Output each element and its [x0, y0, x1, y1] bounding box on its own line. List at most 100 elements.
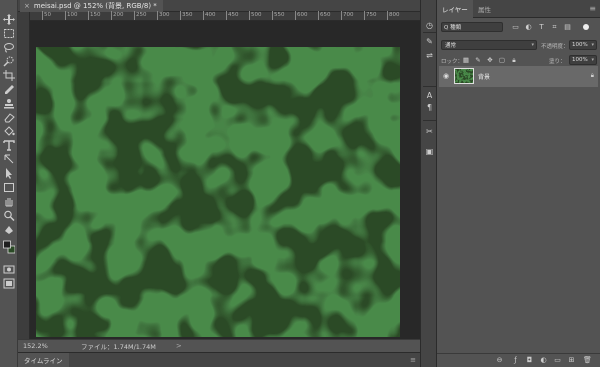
clone-stamp-icon[interactable]: [3, 98, 15, 109]
lock-all-icon[interactable]: 🔒︎: [510, 56, 518, 65]
fill-field[interactable]: 100% ▾: [569, 55, 597, 65]
layers-panel: レイヤー 属性 ≡ Q 種類 ▭ ◐ T ⌗ ▤ 通常 ▾ 不透明度： 100% ▾…: [437, 0, 600, 367]
quick-mask-icon[interactable]: [3, 264, 15, 275]
visibility-eye-icon[interactable]: ◉: [443, 72, 449, 80]
status-bar: 152.2% ファイル：1.74M/1.74M >: [18, 339, 420, 352]
ruler-tick: [295, 11, 296, 20]
lock-image-icon[interactable]: ✎: [474, 56, 482, 64]
new-group-icon[interactable]: ▭: [553, 356, 562, 364]
quick-select-icon[interactable]: [3, 56, 15, 67]
timeline-menu-icon[interactable]: ≡: [410, 356, 416, 364]
layer-style-icon[interactable]: ƒ: [511, 356, 520, 364]
paint-bucket-icon[interactable]: [3, 126, 15, 137]
ruler-tick-label: 800: [389, 12, 400, 18]
gradient-icon[interactable]: [3, 224, 15, 235]
delete-layer-icon[interactable]: 🗑︎: [583, 356, 592, 364]
marquee-icon[interactable]: [3, 28, 15, 39]
ruler-tick-label: 550: [274, 12, 285, 18]
ruler-tick-label: 50: [44, 12, 51, 18]
ruler-tick: [387, 11, 388, 20]
blend-mode-select[interactable]: 通常 ▾: [441, 40, 537, 50]
tab-layers[interactable]: レイヤー: [437, 0, 473, 18]
layer-kind-filter[interactable]: Q 種類: [441, 22, 503, 32]
opacity-field[interactable]: 100% ▾: [569, 40, 597, 50]
link-layers-icon[interactable]: ⊖: [495, 356, 504, 364]
ruler-tick: [249, 11, 250, 20]
ruler-tick: [111, 11, 112, 20]
fill-value: 100%: [572, 57, 588, 63]
shape-filter-icon[interactable]: ⌗: [550, 23, 559, 31]
ruler-tick: [318, 11, 319, 20]
ruler-tick-label: 450: [228, 12, 239, 18]
path-select-icon[interactable]: [3, 168, 15, 179]
ruler-tick-label: 500: [251, 12, 262, 18]
pixel-filter-icon[interactable]: ▭: [511, 23, 520, 31]
horizontal-ruler: 50 100 150 200 250 300 350 400 450 500 550 600 650 70…: [30, 11, 420, 21]
eyedropper-icon[interactable]: [3, 84, 15, 95]
collapsed-panel-dock: ◷ ✎ ⇌ A ¶ ✂ ▣: [420, 0, 437, 367]
eraser-icon[interactable]: [3, 112, 15, 123]
opacity-value: 100%: [572, 42, 588, 48]
zoom-level[interactable]: 152.2%: [23, 342, 59, 350]
rectangle-icon[interactable]: [3, 182, 15, 193]
character-panel-icon[interactable]: A: [423, 90, 436, 102]
layer-locked-icon: 🔒︎: [590, 72, 594, 79]
paragraph-panel-icon[interactable]: ¶: [423, 102, 436, 114]
lock-transparent-icon[interactable]: ▦: [462, 56, 470, 64]
lasso-icon[interactable]: [3, 42, 15, 53]
pen-icon[interactable]: [3, 154, 15, 165]
layer-name: 背景: [478, 74, 491, 81]
ruler-tick: [203, 11, 204, 20]
camouflage-artwork: [36, 47, 400, 337]
panel-tabs: レイヤー 属性 ≡: [437, 0, 600, 18]
type-icon[interactable]: [3, 140, 15, 151]
ruler-tick: [341, 11, 342, 20]
ruler-tick-label: 650: [320, 12, 331, 18]
ruler-tick-label: 750: [366, 12, 377, 18]
move-icon[interactable]: [3, 14, 15, 25]
info-panel-icon[interactable]: ▣: [423, 146, 436, 158]
filter-toggle-icon[interactable]: [583, 24, 589, 30]
layers-panel-footer: ⊖ ƒ ◘ ◐ ▭ ⊞ 🗑︎: [437, 353, 600, 367]
close-tab-icon[interactable]: ×: [24, 2, 30, 10]
new-layer-icon[interactable]: ⊞: [567, 356, 576, 364]
color-swatches-icon[interactable]: [3, 240, 15, 256]
add-mask-icon[interactable]: ◘: [525, 356, 534, 364]
ruler-tick: [42, 11, 43, 20]
ruler-tick-label: 250: [136, 12, 147, 18]
canvas-area[interactable]: [30, 21, 420, 339]
type-filter-icon[interactable]: T: [537, 23, 546, 31]
layer-thumbnail: [454, 68, 474, 84]
tool-presets-icon[interactable]: ✂: [423, 126, 436, 138]
timeline-panel: タイムライン ≡: [18, 352, 420, 367]
adjustments-panel-icon[interactable]: ⇌: [423, 50, 436, 62]
ruler-tick-label: 350: [182, 12, 193, 18]
ruler-tick-label: 200: [113, 12, 124, 18]
vertical-ruler: [18, 12, 30, 339]
brush-panel-icon[interactable]: ✎: [423, 36, 436, 48]
history-panel-icon[interactable]: ◷: [423, 20, 436, 32]
status-menu-arrow[interactable]: >: [176, 342, 182, 350]
timeline-tab[interactable]: タイムライン: [18, 352, 69, 367]
crop-icon[interactable]: [3, 70, 15, 81]
layer-row-background[interactable]: ◉ 背景 🔒︎: [439, 66, 598, 87]
file-size-info: ファイル：1.74M/1.74M: [81, 343, 156, 351]
tab-properties[interactable]: 属性: [473, 0, 496, 18]
ruler-tick: [157, 11, 158, 20]
ruler-tick: [226, 11, 227, 20]
hand-icon[interactable]: [3, 196, 15, 207]
adjustment-layer-icon[interactable]: ◐: [539, 356, 548, 364]
tools-toolbar: [0, 0, 18, 367]
screen-mode-icon[interactable]: [3, 278, 15, 289]
lock-artboard-icon[interactable]: ▢: [498, 56, 506, 64]
ruler-tick: [272, 11, 273, 20]
ruler-tick: [88, 11, 89, 20]
zoom-icon[interactable]: [3, 210, 15, 221]
photoshop-window: × meisai.psd @ 152% (背景, RGB/8) * 50 100 1…: [0, 0, 600, 367]
opacity-label: 不透明度：: [541, 44, 569, 50]
adjustment-filter-icon[interactable]: ◐: [524, 23, 533, 31]
smart-object-filter-icon[interactable]: ▤: [563, 23, 572, 31]
ruler-tick: [65, 11, 66, 20]
lock-position-icon[interactable]: ✥: [486, 56, 494, 64]
panel-menu-icon[interactable]: ≡: [589, 4, 596, 13]
